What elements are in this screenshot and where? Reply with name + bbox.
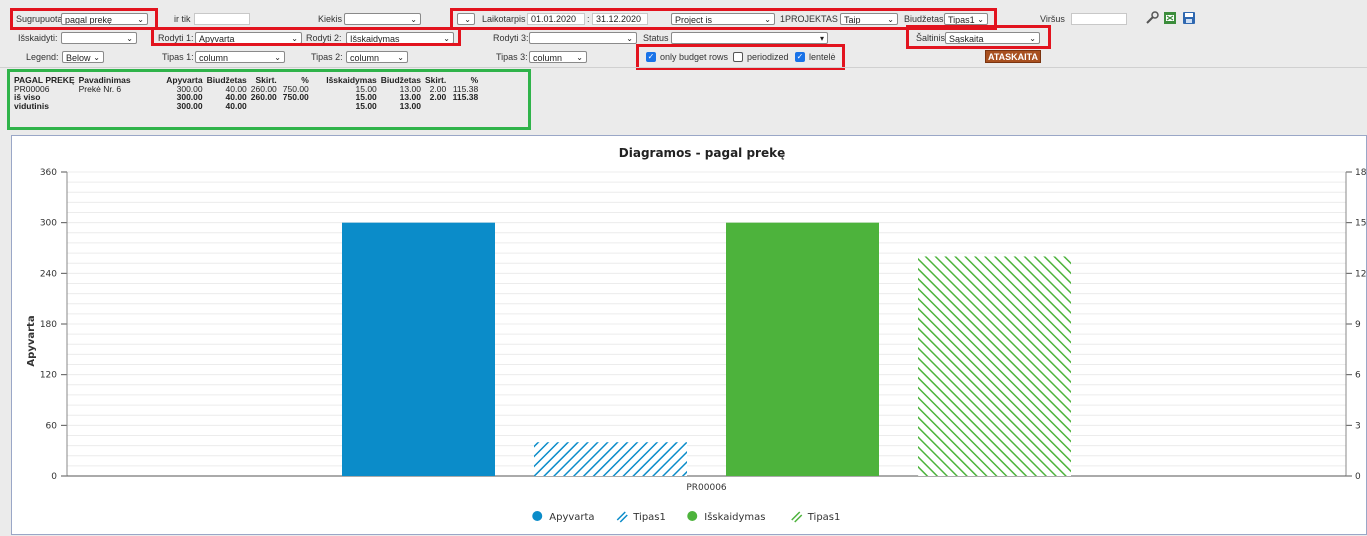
show3-label: Rodyti 3: <box>493 33 529 43</box>
bar-apyvarta <box>342 222 495 476</box>
bar-chart: Diagramos - pagal prekę 0601201802403003… <box>26 146 1367 523</box>
y2-tick-label: 3 <box>1355 421 1361 431</box>
chevron-down-icon: ⌄ <box>126 34 133 43</box>
legend-value: Below <box>66 53 91 63</box>
chevron-down-icon: ⌄ <box>626 34 633 43</box>
chart-axes: 0 60 120 180 240 300 360 0 3 6 9 12 15 18 PR00006 <box>40 168 1367 493</box>
chevron-down-icon: ⌄ <box>410 15 417 24</box>
chevron-down-icon: ⌄ <box>93 53 100 62</box>
split-select[interactable]: ⌄ <box>61 32 137 44</box>
type3-value: column <box>533 53 563 63</box>
chart-legend[interactable]: Apyvarta Tipas1 Išskaidymas Tipas1 <box>532 511 840 523</box>
y2-tick-label: 15 <box>1355 219 1366 229</box>
y-tick-label: 240 <box>40 269 57 279</box>
chart-bars <box>342 222 1071 476</box>
y2-tick-label: 0 <box>1355 472 1361 482</box>
status-label: Status <box>643 33 669 43</box>
highlight-summary-table <box>7 69 531 130</box>
show3-select[interactable]: ⌄ <box>529 32 637 44</box>
legend-item-label: Tipas1 <box>807 512 841 523</box>
chart-container: Diagramos - pagal prekę 0 60 120 180 240 300 3… <box>11 135 1367 535</box>
type1-label: Tipas 1: <box>162 52 194 62</box>
type1-value: column <box>199 53 229 63</box>
type1-select[interactable]: column ⌄ <box>195 51 285 63</box>
highlight-source <box>906 25 1051 49</box>
y-tick-label: 180 <box>40 320 57 330</box>
settings-tools-icon[interactable] <box>1145 11 1159 25</box>
highlight-show-selects <box>151 27 461 46</box>
highlight-group-by <box>10 8 158 30</box>
y-tick-label: 0 <box>51 472 57 482</box>
kiekis-label: Kiekis <box>318 14 343 24</box>
bar-tipas1 <box>918 256 1071 476</box>
legend-label: Legend: <box>26 52 59 62</box>
chart-title: Diagramos - pagal prekę <box>619 146 785 160</box>
chevron-down-icon: ⌄ <box>397 53 404 62</box>
status-select[interactable]: ▾ <box>671 32 828 44</box>
top-input[interactable] <box>1071 13 1127 25</box>
x-tick-label: PR00006 <box>686 483 727 493</box>
type2-select[interactable]: column ⌄ <box>346 51 408 63</box>
y2-tick-label: 6 <box>1355 371 1361 381</box>
y-tick-label: 120 <box>40 371 57 381</box>
legend-item-label: Išskaidymas <box>704 511 765 523</box>
kiekis-select[interactable]: ⌄ <box>344 13 421 25</box>
chevron-down-icon: ⌄ <box>576 53 583 62</box>
split-label: Išskaidyti: <box>18 33 58 43</box>
chevron-down-icon: ⌄ <box>274 53 281 62</box>
caret-down-icon: ▾ <box>819 34 824 43</box>
legend-dot-icon <box>687 511 698 521</box>
bar-tipas1 <box>534 442 687 476</box>
top-label: Viršus <box>1040 14 1065 24</box>
legend-item-label: Apyvarta <box>549 512 594 523</box>
y-axis-label: Apyvarta <box>26 315 37 366</box>
type2-value: column <box>350 53 380 63</box>
only-input[interactable] <box>194 13 250 25</box>
legend-select[interactable]: Below ⌄ <box>62 51 104 63</box>
type3-select[interactable]: column ⌄ <box>529 51 587 63</box>
excel-export-icon[interactable] <box>1163 11 1177 25</box>
bar-i-skaidymas <box>726 222 879 476</box>
type3-label: Tipas 3: <box>496 52 528 62</box>
report-button[interactable]: ATASKAITA <box>985 50 1041 63</box>
y-tick-label: 360 <box>40 168 57 178</box>
divider <box>0 67 1367 68</box>
y-tick-label: 300 <box>40 219 57 229</box>
y2-tick-label: 9 <box>1355 320 1361 330</box>
legend-item-label: Tipas1 <box>632 512 666 523</box>
y2-tick-label: 18 <box>1355 168 1366 178</box>
y-tick-label: 60 <box>46 421 58 431</box>
type2-label: Tipas 2: <box>311 52 343 62</box>
chart-grid <box>67 171 1346 477</box>
save-icon[interactable] <box>1182 11 1196 25</box>
legend-dot-icon <box>532 511 543 521</box>
only-label: ir tik <box>174 14 191 24</box>
y2-tick-label: 12 <box>1355 269 1366 279</box>
